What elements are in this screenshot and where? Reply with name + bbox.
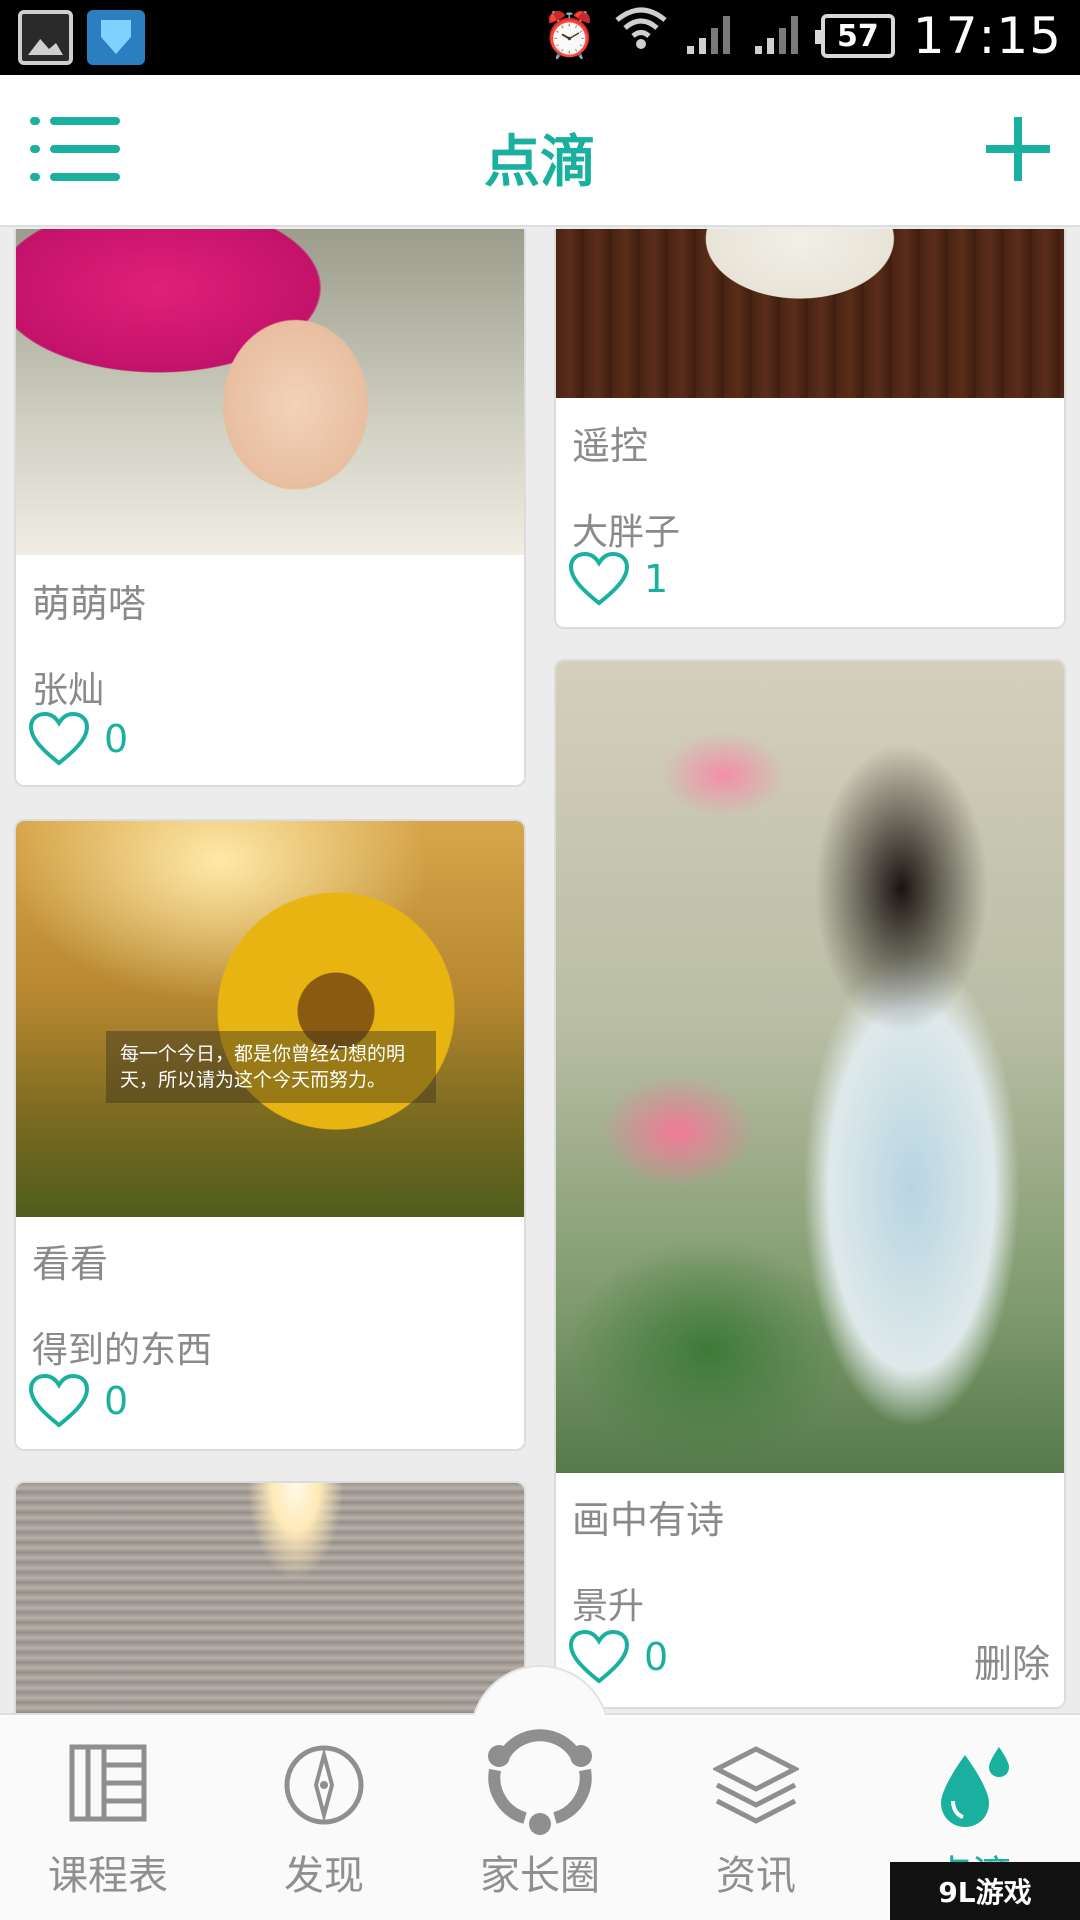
card-author: 景升 [572,1586,645,1627]
battery-icon: 57 [814,14,895,58]
card-title: 萌萌嗒 [32,582,147,626]
like-button[interactable]: 0 [28,1373,128,1429]
security-notification-icon [87,10,145,65]
schedule-icon [68,1743,148,1827]
card-image[interactable] [16,1483,524,1713]
heart-icon [28,1373,90,1428]
like-count: 1 [644,557,669,601]
app-header: 点滴 [0,75,1080,227]
card-title: 画中有诗 [572,1498,725,1542]
clock: 17:15 [912,7,1062,65]
nav-label: 家长圈 [480,1853,600,1899]
nav-item-discover[interactable]: 发现 [216,1713,432,1920]
like-button[interactable]: 0 [28,711,128,767]
card-author: 张灿 [32,670,105,711]
card-image[interactable] [16,229,524,555]
nav-label: 课程表 [48,1853,168,1899]
like-count: 0 [104,1379,129,1423]
image-caption: 每一个今日，都是你曾经幻想的明天，所以请为这个今天而努力。 [106,1031,436,1103]
like-button[interactable]: 1 [568,551,668,607]
layers-icon [711,1743,801,1831]
nav-item-schedule[interactable]: 课程表 [0,1713,216,1920]
feed-card[interactable] [14,1481,526,1713]
like-count: 0 [644,1635,669,1679]
battery-level: 57 [837,18,879,54]
feed[interactable]: 萌萌嗒 张灿 0 遥控 大胖子 1 每一个今日，都是你曾经幻想的明天，所以请为这… [0,229,1080,1713]
wifi-icon [615,6,667,66]
like-button[interactable]: 0 [568,1629,668,1685]
signal-icon [685,12,735,60]
nav-label: 发现 [284,1853,364,1899]
nav-item-parents-circle[interactable]: 家长圈 [432,1713,648,1920]
nav-item-news[interactable]: 资讯 [648,1713,864,1920]
feed-card[interactable]: 每一个今日，都是你曾经幻想的明天，所以请为这个今天而努力。 看看 得到的东西 0 [14,819,526,1451]
feed-card[interactable]: 萌萌嗒 张灿 0 [14,229,526,787]
nav-label: 资讯 [716,1853,796,1899]
site-watermark: 9L游戏 [890,1862,1080,1920]
delete-button[interactable]: 删除 [974,1633,1050,1688]
status-bar: ⏰ 57 17:15 [0,0,1080,75]
droplet-icon [927,1743,1017,1837]
card-author: 得到的东西 [32,1330,213,1371]
heart-icon [568,551,630,606]
feed-card[interactable]: 遥控 大胖子 1 [554,229,1066,629]
card-image[interactable] [556,229,1064,398]
gallery-notification-icon [18,10,73,65]
card-author: 大胖子 [572,512,681,553]
compass-icon [282,1743,366,1831]
card-title: 遥控 [572,424,649,468]
like-count: 0 [104,717,129,761]
signal-icon-2 [753,12,803,60]
alarm-icon: ⏰ [542,10,597,61]
card-image[interactable]: 每一个今日，都是你曾经幻想的明天，所以请为这个今天而努力。 [16,821,524,1217]
feed-card[interactable]: 画中有诗 景升 0 删除 [554,659,1066,1709]
card-image[interactable] [556,661,1064,1473]
card-title: 看看 [32,1242,109,1286]
heart-icon [28,711,90,766]
page-title: 点滴 [484,130,596,195]
add-icon[interactable] [986,117,1050,181]
parents-circle-icon [475,1718,605,1842]
